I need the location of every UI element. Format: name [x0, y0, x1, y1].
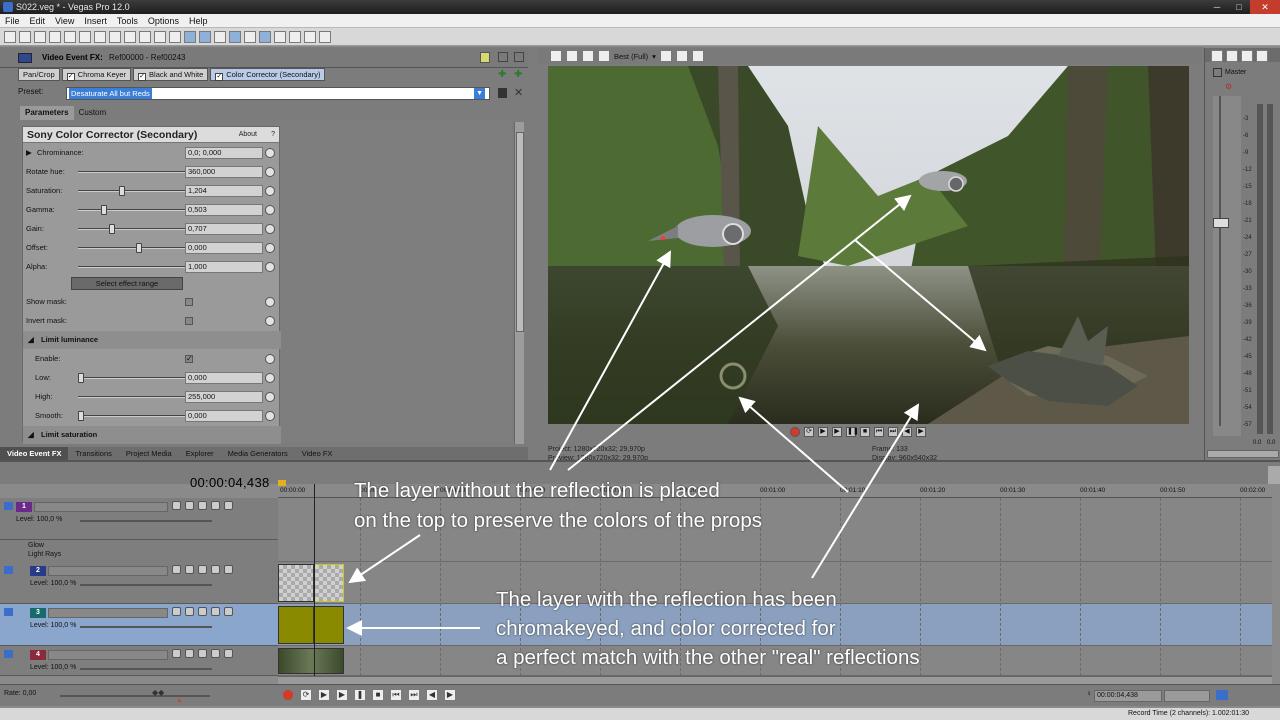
arrow-to-small-ship	[567, 194, 912, 471]
annotation-reflection-layer: The layer with the reflection has been c…	[496, 585, 920, 672]
annotation-line: on the top to preserve the colors of the…	[354, 509, 762, 532]
arrow-to-track-2	[348, 534, 421, 584]
annotation-line: The layer without the reflection is plac…	[354, 479, 720, 502]
arrow-to-dragon	[854, 239, 987, 352]
annotation-top-layer: The layer without the reflection is plac…	[354, 476, 762, 536]
annotation-line: chromakeyed, and color corrected for	[496, 617, 836, 640]
annotation-line: a perfect match with the other "real" re…	[496, 646, 920, 669]
annotation-line: The layer with the reflection has been	[496, 588, 837, 611]
arrow-to-dragon-reflection	[811, 403, 920, 579]
